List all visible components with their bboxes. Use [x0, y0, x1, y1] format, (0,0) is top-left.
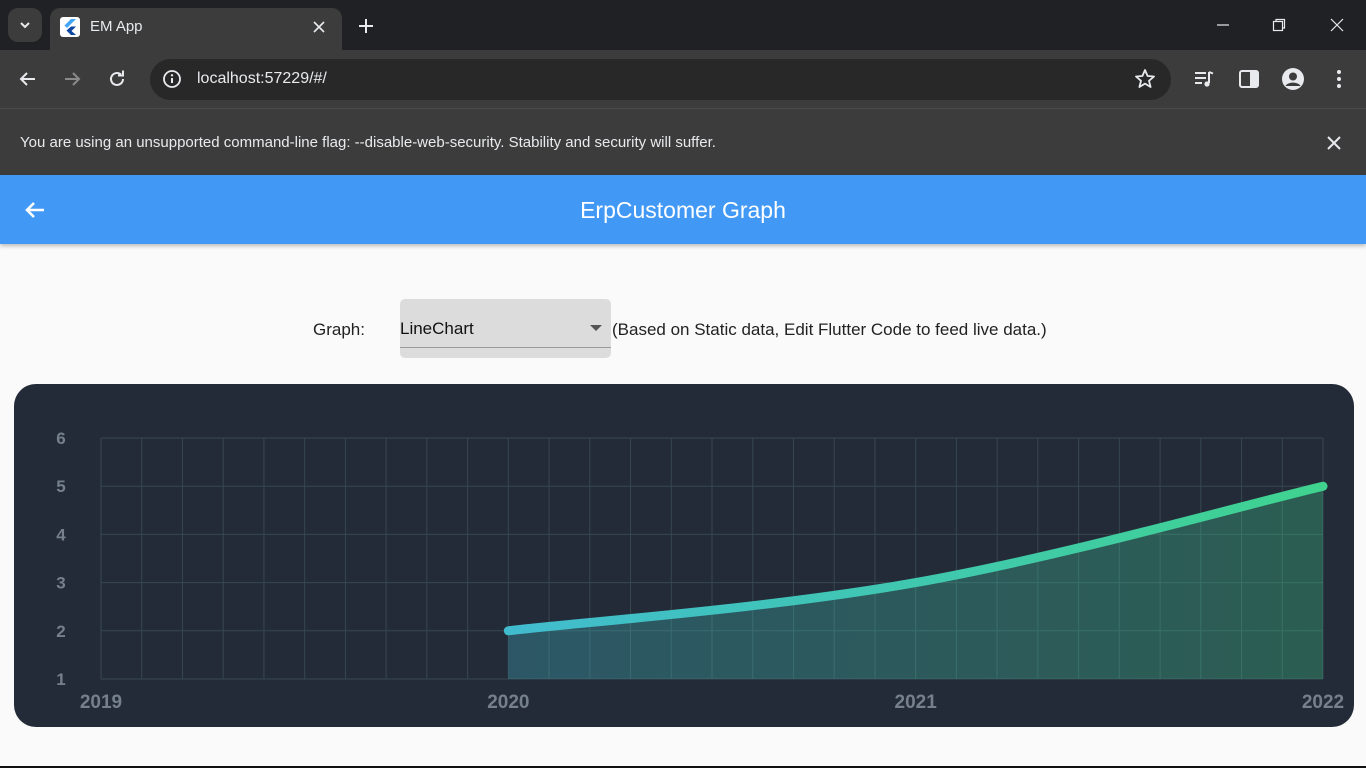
dropdown-selected-value: LineChart — [400, 319, 474, 338]
arrow-left-icon — [19, 72, 35, 86]
reload-button[interactable] — [101, 63, 133, 95]
browser-tab[interactable]: EM App — [50, 8, 342, 50]
browser-toolbar: localhost:57229/#/ — [0, 50, 1366, 108]
reload-icon — [110, 70, 124, 86]
y-axis-ticks: 1 2 3 4 5 6 — [56, 429, 66, 689]
dropdown-underline — [400, 347, 611, 348]
close-icon — [1327, 136, 1341, 150]
x-tick-label: 2020 — [487, 692, 529, 713]
arrow-right-icon — [65, 72, 81, 86]
media-control-icon[interactable] — [1190, 65, 1218, 93]
restore-button[interactable] — [1264, 10, 1294, 40]
tab-close-button[interactable] — [308, 16, 330, 38]
x-tick-label: 2022 — [1302, 692, 1344, 713]
y-tick-label: 2 — [56, 622, 65, 641]
new-tab-button[interactable] — [352, 12, 380, 40]
site-info-icon[interactable] — [160, 67, 184, 91]
infobar-close-button[interactable] — [1322, 131, 1346, 155]
kebab-menu-icon[interactable] — [1325, 65, 1353, 93]
y-tick-label: 4 — [56, 525, 66, 544]
line-chart: 1 2 3 4 5 6 2019 2020 2021 2022 — [56, 429, 1344, 713]
x-tick-label: 2021 — [895, 692, 938, 713]
side-panel-icon[interactable] — [1235, 65, 1263, 93]
bookmark-star-icon[interactable] — [1133, 67, 1157, 91]
y-tick-label: 6 — [56, 429, 65, 448]
graph-type-dropdown[interactable]: LineChart — [400, 299, 611, 358]
forward-button[interactable] — [56, 63, 88, 95]
plus-icon — [359, 19, 373, 33]
profile-avatar-icon[interactable] — [1279, 65, 1307, 93]
tab-search-button[interactable] — [8, 8, 42, 42]
y-tick-label: 3 — [56, 574, 65, 593]
x-axis-ticks: 2019 2020 2021 2022 — [80, 692, 1344, 713]
x-tick-label: 2019 — [80, 692, 122, 713]
url-text[interactable]: localhost:57229/#/ — [197, 70, 327, 88]
static-data-note: (Based on Static data, Edit Flutter Code… — [612, 320, 1047, 339]
back-button[interactable] — [12, 63, 44, 95]
warning-infobar: You are using an unsupported command-lin… — [0, 108, 1366, 175]
close-icon — [313, 21, 325, 33]
address-bar[interactable]: localhost:57229/#/ — [150, 59, 1171, 100]
tab-title: EM App — [90, 18, 143, 35]
infobar-message: You are using an unsupported command-lin… — [20, 134, 716, 151]
graph-label: Graph: — [313, 320, 365, 339]
page-title: ErpCustomer Graph — [580, 197, 786, 223]
app-bar: ErpCustomer Graph — [0, 175, 1366, 244]
minimize-button[interactable] — [1208, 10, 1238, 40]
caret-down-icon — [590, 325, 602, 331]
y-tick-label: 1 — [56, 670, 65, 689]
chart-card: 1 2 3 4 5 6 2019 2020 2021 2022 — [14, 384, 1354, 727]
y-tick-label: 5 — [56, 477, 65, 496]
window-close-button[interactable] — [1322, 10, 1352, 40]
close-icon — [1330, 18, 1344, 32]
browser-tab-strip: EM App — [0, 0, 1366, 50]
restore-icon — [1272, 18, 1286, 32]
chevron-down-icon — [20, 22, 30, 29]
minimize-icon — [1217, 24, 1229, 26]
flutter-icon — [60, 17, 80, 37]
